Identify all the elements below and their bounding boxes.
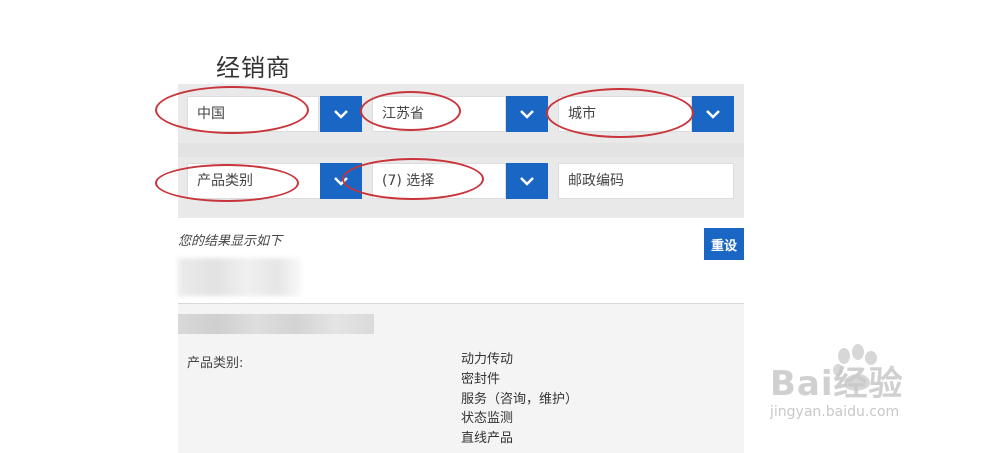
country-dropdown-button[interactable] bbox=[320, 96, 362, 132]
watermark-brand: Bai经验 bbox=[770, 364, 904, 404]
filter-row-divider bbox=[178, 143, 744, 157]
selection-dropdown-button[interactable] bbox=[506, 163, 548, 199]
province-dropdown-button[interactable] bbox=[506, 96, 548, 132]
province-select[interactable]: 江苏省 bbox=[372, 96, 506, 132]
selection-select[interactable]: (7) 选择 bbox=[372, 163, 506, 199]
list-item: 直线产品 bbox=[461, 431, 514, 447]
country-select[interactable]: 中国 bbox=[187, 96, 319, 132]
city-select[interactable]: 城市 bbox=[558, 96, 692, 132]
list-item: 密封件 bbox=[461, 371, 501, 387]
chevron-down-icon bbox=[334, 110, 348, 119]
product-category-select[interactable]: 产品类别 bbox=[187, 163, 321, 199]
chevron-down-icon bbox=[706, 110, 720, 119]
category-label: 产品类别: bbox=[187, 356, 244, 371]
list-item: 服务（咨询，维护） bbox=[461, 391, 579, 407]
product-category-dropdown-button[interactable] bbox=[320, 163, 362, 199]
category-list: 动力传动 密封件 服务（咨询，维护） 状态监测 直线产品 bbox=[461, 350, 578, 449]
reset-button[interactable]: 重设 bbox=[704, 228, 744, 260]
results-heading: 您的结果显示如下 bbox=[178, 234, 283, 249]
baidu-watermark: Bai经验 jingyan.baidu.com bbox=[762, 340, 992, 430]
page-title: 经销商 bbox=[216, 54, 291, 82]
postal-code-input[interactable]: 邮政编码 bbox=[558, 163, 734, 199]
chevron-down-icon bbox=[520, 110, 534, 119]
list-item: 状态监测 bbox=[461, 411, 514, 427]
city-dropdown-button[interactable] bbox=[692, 96, 734, 132]
list-item: 动力传动 bbox=[461, 352, 514, 367]
blurred-dealer-name bbox=[178, 314, 374, 334]
blurred-content bbox=[178, 258, 302, 296]
watermark-url: jingyan.baidu.com bbox=[770, 404, 900, 420]
chevron-down-icon bbox=[520, 177, 534, 186]
chevron-down-icon bbox=[334, 177, 348, 186]
